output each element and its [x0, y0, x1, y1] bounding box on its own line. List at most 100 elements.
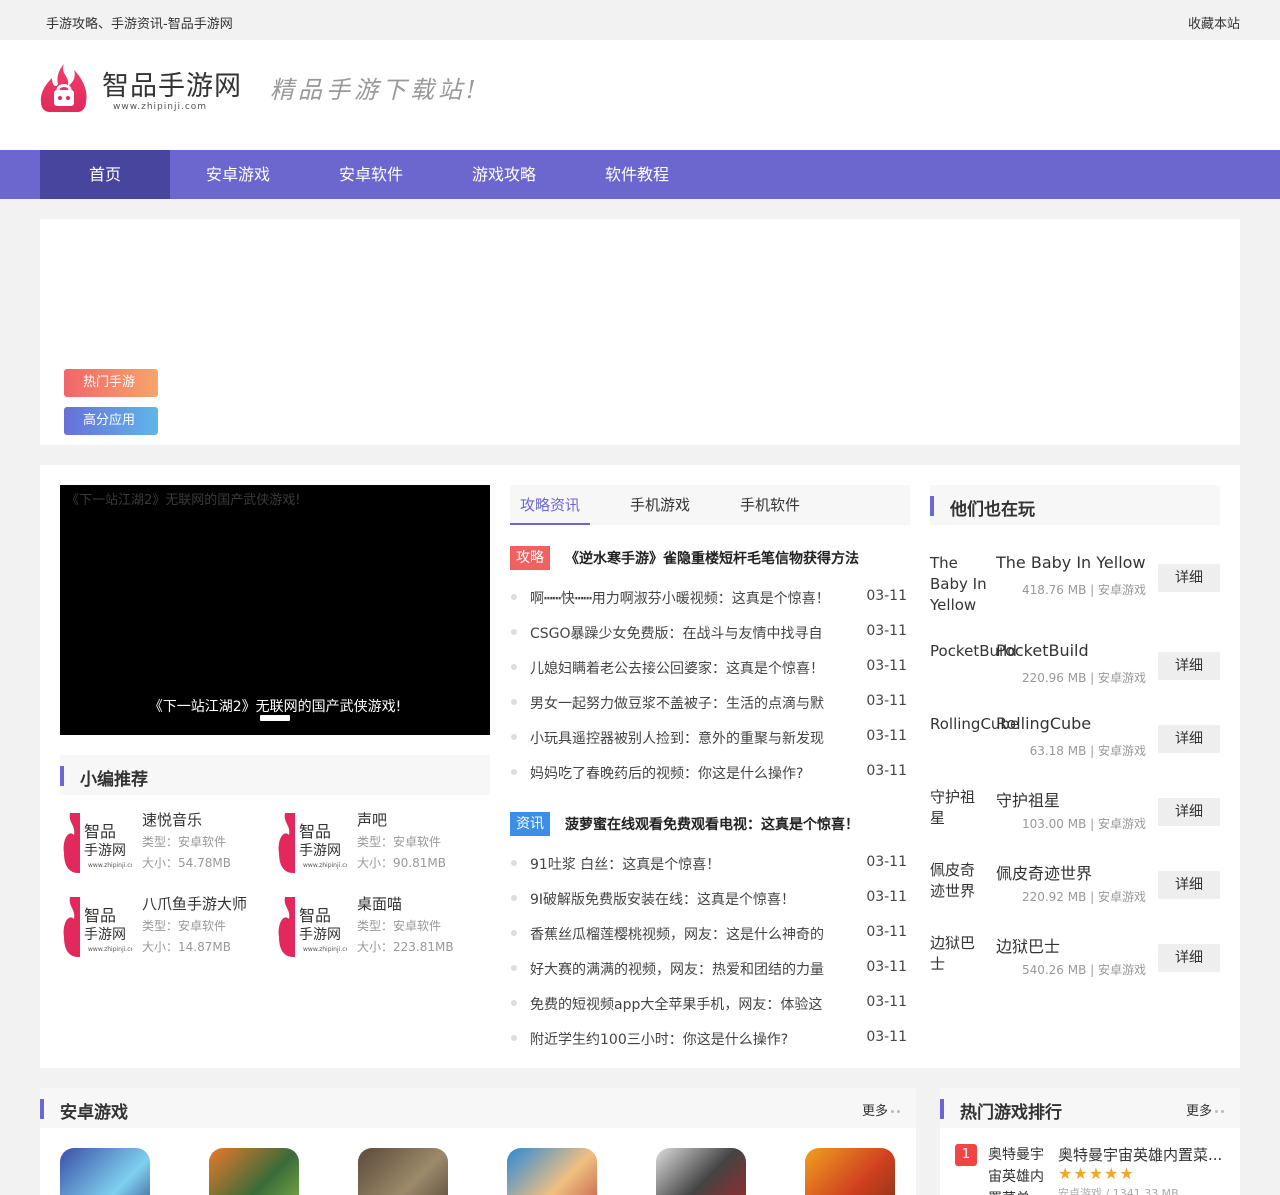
news-item[interactable]: 香蕉丝瓜榴莲樱桃视频，网友：这是什么神奇的 03-11 [510, 923, 910, 945]
news-title[interactable]: 香蕉丝瓜榴莲樱桃视频，网友：这是什么神奇的 [530, 924, 850, 944]
bullet-dot [511, 734, 517, 740]
game-name[interactable]: 边狱巴士 [996, 933, 1060, 957]
tab-mobile-games[interactable]: 手机游戏 [620, 485, 700, 525]
game-icon-alt: PocketBuild [930, 642, 1017, 660]
news-item[interactable]: 小玩具遥控器被别人捡到：意外的重聚与新发现 03-11 [510, 727, 910, 749]
news-title[interactable]: 妈妈吃了春晚药后的视频：你这是什么操作? [530, 763, 850, 783]
details-button[interactable]: 详细 [1158, 944, 1220, 972]
news-title[interactable]: 免费的短视频app大全苹果手机，网友：体验这 [530, 994, 850, 1014]
game-name[interactable]: PocketBuild [996, 641, 1089, 660]
game-item[interactable]: 边狱巴士 边狱巴士 540.26 MB | 安卓游戏 详细 [930, 931, 1220, 997]
game-icon-alt: 边狱巴士 [930, 934, 976, 973]
headline-text[interactable]: 菠萝蜜在线观看免费观看电视：这真是个惊喜！ [565, 814, 859, 834]
svg-text:智品: 智品 [84, 822, 116, 841]
details-button[interactable]: 详细 [1158, 564, 1220, 592]
game-item[interactable]: PocketBuild PocketBuild 220.96 MB | 安卓游戏… [930, 639, 1220, 705]
game-name[interactable]: RollingCube [996, 714, 1091, 733]
pick-name[interactable]: 八爪鱼手游大师 [142, 893, 247, 914]
game-icon[interactable] [209, 1148, 299, 1195]
svg-text:手游网: 手游网 [84, 843, 126, 859]
hot-ranking-header: 热门游戏排行 更多 [940, 1088, 1240, 1128]
nav-home[interactable]: 首页 [40, 150, 170, 199]
news-date: 03-11 [866, 728, 907, 744]
game-icon-alt: 守护祖星 [930, 788, 976, 827]
section-bar [60, 766, 64, 786]
news-item[interactable]: 91吐浆 白丝：这真是个惊喜！ 03-11 [510, 853, 910, 875]
pick-name[interactable]: 桌面喵 [357, 893, 402, 914]
rank-game-name[interactable]: 奥特曼宇宙英雄内置菜... [1058, 1144, 1224, 1165]
game-item[interactable]: The Baby In Yellow The Baby In Yellow 418.… [930, 551, 1220, 617]
news-date: 03-11 [866, 693, 907, 709]
news-title[interactable]: 啊┅┅快┅┅用力啊淑芬小暖视频：这真是个惊喜！ [530, 588, 850, 608]
svg-text:智品: 智品 [84, 906, 116, 925]
rank-icon-alt: 奥特曼宇宙英雄内置菜单 [988, 1147, 1044, 1195]
game-meta: 63.18 MB | 安卓游戏 [1029, 744, 1146, 758]
news-headline[interactable]: 攻略 《逆水寒手游》雀隐重楼短杆毛笔信物获得方法 [510, 546, 910, 570]
news-item[interactable]: 男女一起努力做豆浆不盖被子：生活的点滴与默 03-11 [510, 692, 910, 714]
news-title[interactable]: 91吐浆 白丝：这真是个惊喜！ [530, 854, 850, 874]
pick-name[interactable]: 速悦音乐 [142, 809, 202, 830]
nav-android-games[interactable]: 安卓游戏 [173, 150, 303, 199]
hot-games-button[interactable]: 热门手游 [64, 369, 158, 397]
slider-caption[interactable]: 《下一站江湖2》无联网的国产武侠游戏! [60, 696, 490, 716]
news-title[interactable]: 附近学生约100三小时：你这是什么操作? [530, 1029, 850, 1049]
news-item[interactable]: CSGO暴躁少女免费版：在战斗与友情中找寻自 03-11 [510, 622, 910, 644]
news-item[interactable]: 免费的短视频app大全苹果手机，网友：体验这 03-11 [510, 993, 910, 1015]
details-button[interactable]: 详细 [1158, 652, 1220, 680]
game-item[interactable]: RollingCube RollingCube 63.18 MB | 安卓游戏 … [930, 712, 1220, 778]
news-title[interactable]: 9I破解版免费版安装在线：这真是个惊喜！ [530, 889, 850, 909]
nav-android-software[interactable]: 安卓软件 [306, 150, 436, 199]
news-title[interactable]: 男女一起努力做豆浆不盖被子：生活的点滴与默 [530, 693, 850, 713]
headline-text[interactable]: 《逆水寒手游》雀隐重楼短杆毛笔信物获得方法 [565, 548, 859, 568]
news-headline[interactable]: 资讯 菠萝蜜在线观看免费观看电视：这真是个惊喜！ [510, 812, 910, 836]
more-link[interactable]: 更多 [862, 1100, 901, 1119]
game-name[interactable]: 佩皮奇迹世界 [996, 860, 1092, 884]
news-item[interactable]: 9I破解版免费版安装在线：这真是个惊喜！ 03-11 [510, 888, 910, 910]
news-item[interactable]: 妈妈吃了春晚药后的视频：你这是什么操作? 03-11 [510, 762, 910, 784]
editor-picks-header: 小编推荐 [60, 755, 490, 795]
bookmark-link[interactable]: 收藏本站 [1188, 13, 1240, 32]
game-icon[interactable] [805, 1148, 895, 1195]
game-meta: 540.26 MB | 安卓游戏 [1021, 963, 1146, 977]
pick-item[interactable]: 智品手游网 www.zhipinji.com 声吧 类型：安卓软件 大小：90.8… [275, 807, 485, 879]
game-item[interactable]: 守护祖星 守护祖星 103.00 MB | 安卓游戏 详细 [930, 785, 1220, 851]
news-item[interactable]: 儿媳妇瞒着老公去接公回婆家：这真是个惊喜！ 03-11 [510, 657, 910, 679]
news-title[interactable]: 儿媳妇瞒着老公去接公回婆家：这真是个惊喜！ [530, 658, 850, 678]
pick-item[interactable]: 智品手游网 www.zhipinji.com 桌面喵 类型：安卓软件 大小：223… [275, 891, 485, 963]
details-button[interactable]: 详细 [1158, 871, 1220, 899]
pick-item[interactable]: 智品手游网 www.zhipinji.com 八爪鱼手游大师 类型：安卓软件 大小… [60, 891, 270, 963]
tab-mobile-software[interactable]: 手机软件 [730, 485, 810, 525]
news-date: 03-11 [866, 854, 907, 870]
game-item[interactable]: 佩皮奇 迹世界 佩皮奇迹世界 220.92 MB | 安卓游戏 详细 [930, 858, 1220, 924]
bullet-dot [511, 895, 517, 901]
header: 智品手游网 www.zhipinji.com 精品手游下载站! [0, 40, 1280, 150]
tab-guides-news[interactable]: 攻略资讯 [510, 485, 590, 525]
nav-game-guides[interactable]: 游戏攻略 [439, 150, 569, 199]
game-icon[interactable] [656, 1148, 746, 1195]
pick-name[interactable]: 声吧 [357, 809, 387, 830]
nav-software-tutorials[interactable]: 软件教程 [572, 150, 702, 199]
news-item[interactable]: 好大赛的满满的视频，网友：热爱和团结的力量 03-11 [510, 958, 910, 980]
news-item[interactable]: 啊┅┅快┅┅用力啊淑芬小暖视频：这真是个惊喜！ 03-11 [510, 587, 910, 609]
game-icon[interactable] [60, 1148, 150, 1195]
more-link[interactable]: 更多 [1186, 1100, 1225, 1119]
news-title[interactable]: 小玩具遥控器被别人捡到：意外的重聚与新发现 [530, 728, 850, 748]
details-button[interactable]: 详细 [1158, 798, 1220, 826]
news-title[interactable]: 好大赛的满满的视频，网友：热爱和团结的力量 [530, 959, 850, 979]
flame-logo-icon[interactable] [40, 62, 88, 114]
app-logo-icon: 智品手游网 www.zhipinji.com [63, 813, 132, 873]
pick-item[interactable]: 智品手游网 www.zhipinji.com 速悦音乐 类型：安卓软件 大小：54… [60, 807, 270, 879]
slider-indicator[interactable] [260, 715, 290, 721]
logo-text[interactable]: 智品手游网 [102, 64, 242, 103]
game-icon[interactable] [358, 1148, 448, 1195]
high-score-apps-button[interactable]: 高分应用 [64, 407, 158, 435]
game-icon[interactable] [507, 1148, 597, 1195]
details-button[interactable]: 详细 [1158, 725, 1220, 753]
news-date: 03-11 [866, 658, 907, 674]
featured-slider[interactable]: 《下一站江湖2》无联网的国产武侠游戏! 《下一站江湖2》无联网的国产武侠游戏! [60, 485, 490, 735]
game-name[interactable]: The Baby In Yellow [996, 553, 1146, 572]
android-games-section: 安卓游戏 更多 [40, 1088, 916, 1195]
game-name[interactable]: 守护祖星 [996, 787, 1060, 811]
news-item[interactable]: 附近学生约100三小时：你这是什么操作? 03-11 [510, 1028, 910, 1050]
news-title[interactable]: CSGO暴躁少女免费版：在战斗与友情中找寻自 [530, 623, 850, 643]
